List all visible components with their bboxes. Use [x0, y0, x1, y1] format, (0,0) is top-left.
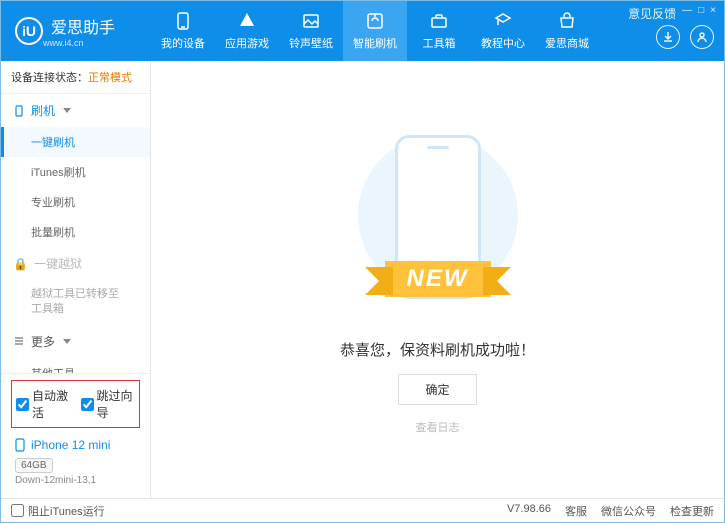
nav-flash[interactable]: 智能刷机	[343, 1, 407, 61]
connection-value: 正常模式	[88, 72, 132, 84]
sidebar-item-other-tools[interactable]: 其他工具	[1, 358, 150, 373]
nav-label: 教程中心	[481, 35, 525, 51]
download-button[interactable]	[656, 25, 680, 49]
window-controls: 意见反馈 — □ ×	[628, 5, 716, 22]
sidebar: 设备连接状态：正常模式 刷机 一键刷机 iTunes刷机 专业刷机 批量刷机 🔒…	[1, 61, 151, 498]
sidebar-bottom: 自动激活 跳过向导 iPhone 12 mini 64GB Down-12min…	[1, 373, 150, 498]
device-firmware: Down-12mini-13,1	[7, 473, 144, 490]
nav-label: 爱思商城	[545, 35, 589, 51]
sidebar-group-label: 更多	[31, 333, 55, 350]
checkbox-input[interactable]	[16, 398, 29, 411]
checkbox-input[interactable]	[11, 504, 24, 517]
ribbon-text: NEW	[385, 261, 491, 297]
storage-badge: 64GB	[15, 458, 53, 473]
lock-icon: 🔒	[13, 257, 28, 271]
tutorial-icon	[493, 11, 513, 31]
store-icon	[557, 11, 577, 31]
sidebar-group-label: 刷机	[31, 102, 55, 119]
close-button[interactable]: ×	[710, 5, 716, 22]
brand-logo: iU 爱思助手 www.i4.cn	[1, 14, 151, 48]
nav-apps[interactable]: 应用游戏	[215, 1, 279, 61]
sidebar-group-more[interactable]: 更多	[1, 325, 150, 358]
wechat-link[interactable]: 微信公众号	[601, 503, 656, 519]
device-name: iPhone 12 mini	[31, 438, 110, 452]
sidebar-item-batch-flash[interactable]: 批量刷机	[1, 217, 150, 247]
apps-icon	[237, 11, 257, 31]
support-link[interactable]: 客服	[565, 503, 587, 519]
nav-label: 我的设备	[161, 35, 205, 51]
nav-toolbox[interactable]: 工具箱	[407, 1, 471, 61]
menu-icon	[13, 335, 25, 347]
brand-name: 爱思助手	[51, 14, 115, 38]
maximize-button[interactable]: □	[698, 5, 704, 22]
minimize-button[interactable]: —	[682, 5, 692, 22]
nav-label: 铃声壁纸	[289, 35, 333, 51]
flash-icon	[365, 11, 385, 31]
new-ribbon: NEW	[385, 261, 491, 297]
device-icon	[15, 438, 25, 452]
sidebar-group-flash[interactable]: 刷机	[1, 94, 150, 127]
chevron-down-icon	[63, 108, 71, 113]
nav-tutorials[interactable]: 教程中心	[471, 1, 535, 61]
nav-ringtones[interactable]: 铃声壁纸	[279, 1, 343, 61]
feedback-link[interactable]: 意见反馈	[628, 5, 676, 22]
sidebar-item-itunes-flash[interactable]: iTunes刷机	[1, 157, 150, 187]
success-message: 恭喜您，保资料刷机成功啦！	[340, 339, 535, 360]
chevron-down-icon	[63, 339, 71, 344]
sidebar-group-label: 一键越狱	[34, 255, 82, 272]
sidebar-item-oneclick-flash[interactable]: 一键刷机	[1, 127, 150, 157]
sidebar-jailbreak-hint: 越狱工具已转移至 工具箱	[1, 280, 150, 325]
phone-icon	[13, 105, 25, 117]
status-bar: 阻止iTunes运行 V7.98.66 客服 微信公众号 检查更新	[1, 498, 724, 522]
main-content: NEW 恭喜您，保资料刷机成功啦！ 确定 查看日志	[151, 61, 724, 498]
nav-label: 应用游戏	[225, 35, 269, 51]
nav-store[interactable]: 爱思商城	[535, 1, 599, 61]
checkbox-skip-guide[interactable]: 跳过向导	[81, 387, 136, 421]
success-illustration: NEW	[353, 125, 523, 325]
version-label: V7.98.66	[507, 503, 551, 519]
options-highlight-box: 自动激活 跳过向导	[11, 380, 140, 428]
sidebar-group-jailbreak: 🔒 一键越狱	[1, 247, 150, 280]
toolbox-icon	[429, 11, 449, 31]
nav-label: 工具箱	[423, 35, 456, 51]
connected-device[interactable]: iPhone 12 mini	[7, 434, 144, 456]
nav-my-device[interactable]: 我的设备	[151, 1, 215, 61]
connection-status: 设备连接状态：正常模式	[1, 61, 150, 94]
checkbox-auto-activate[interactable]: 自动激活	[16, 387, 71, 421]
app-header: iU 爱思助手 www.i4.cn 我的设备 应用游戏 铃声壁纸 智能刷机 工具…	[1, 1, 724, 61]
logo-icon: iU	[15, 17, 43, 45]
checkbox-label: 跳过向导	[97, 387, 136, 421]
checkbox-input[interactable]	[81, 398, 94, 411]
sidebar-item-pro-flash[interactable]: 专业刷机	[1, 187, 150, 217]
view-log-link[interactable]: 查看日志	[416, 419, 460, 435]
brand-url: www.i4.cn	[43, 38, 115, 48]
checkbox-label: 自动激活	[32, 387, 71, 421]
ok-button[interactable]: 确定	[398, 374, 476, 405]
connection-label: 设备连接状态：	[11, 72, 88, 84]
checkbox-label: 阻止iTunes运行	[28, 503, 105, 519]
header-actions	[656, 25, 714, 49]
user-button[interactable]	[690, 25, 714, 49]
wallpaper-icon	[301, 11, 321, 31]
nav-label: 智能刷机	[353, 35, 397, 51]
device-icon	[173, 11, 193, 31]
checkbox-block-itunes[interactable]: 阻止iTunes运行	[11, 503, 105, 519]
check-update-link[interactable]: 检查更新	[670, 503, 714, 519]
